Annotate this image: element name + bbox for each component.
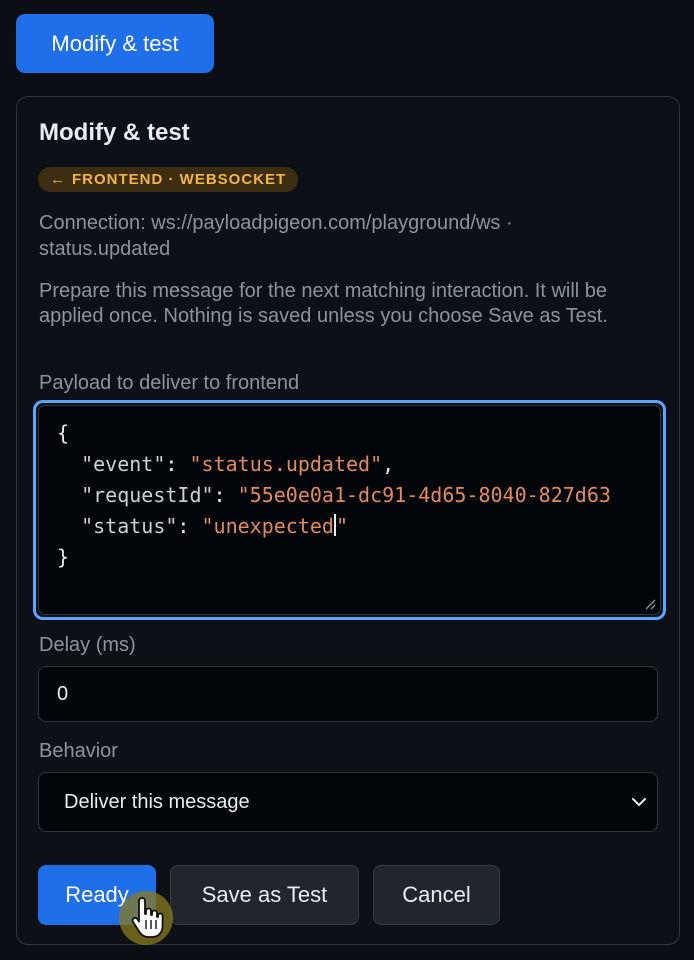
connection-info: Connection: ws://payloadpigeon.com/playg… <box>39 212 513 260</box>
code-sep: : <box>213 483 238 507</box>
code-key: "event" <box>81 452 166 476</box>
modify-test-button[interactable]: Modify & test <box>16 14 214 73</box>
behavior-selected-value: Deliver this message <box>64 790 250 813</box>
panel-title: Modify & test <box>39 119 190 146</box>
code-value: "unexpected <box>201 514 334 538</box>
code-value-end: " <box>335 514 349 538</box>
delay-input[interactable]: 0 <box>38 666 658 722</box>
code-close-brace: } <box>57 545 70 569</box>
payload-textarea[interactable]: { "event": "status.updated", "requestId"… <box>38 405 661 615</box>
payload-label: Payload to deliver to frontend <box>39 372 300 394</box>
code-open-brace: { <box>57 421 70 445</box>
code-value: "status.updated" <box>189 452 383 476</box>
cancel-button[interactable]: Cancel <box>373 865 500 925</box>
badge-label: FRONTEND · WEBSOCKET <box>72 171 287 188</box>
code-sep: : <box>177 514 202 538</box>
resize-handle-icon[interactable] <box>644 598 656 610</box>
behavior-label: Behavior <box>39 740 118 762</box>
code-key: "status" <box>81 514 178 538</box>
delay-value: 0 <box>57 682 69 705</box>
description-text: Prepare this message for the next matchi… <box>39 280 608 327</box>
arrow-left-icon: ← <box>50 171 66 188</box>
code-value: "55e0e0a1-dc91-4d65-8040-827d63 <box>237 483 611 507</box>
save-as-test-button[interactable]: Save as Test <box>170 865 359 925</box>
behavior-select[interactable]: Deliver this message <box>38 772 658 832</box>
payload-editor[interactable]: { "event": "status.updated", "requestId"… <box>33 400 666 620</box>
ready-button[interactable]: Ready <box>38 865 156 925</box>
code-key: "requestId" <box>81 483 214 507</box>
chevron-down-icon <box>632 798 646 806</box>
code-sep: : <box>165 452 190 476</box>
delay-label: Delay (ms) <box>39 634 136 656</box>
modify-test-panel: Modify & test ← FRONTEND · WEBSOCKET Con… <box>16 96 680 945</box>
direction-badge: ← FRONTEND · WEBSOCKET <box>38 167 299 192</box>
code-trail: , <box>382 452 395 476</box>
